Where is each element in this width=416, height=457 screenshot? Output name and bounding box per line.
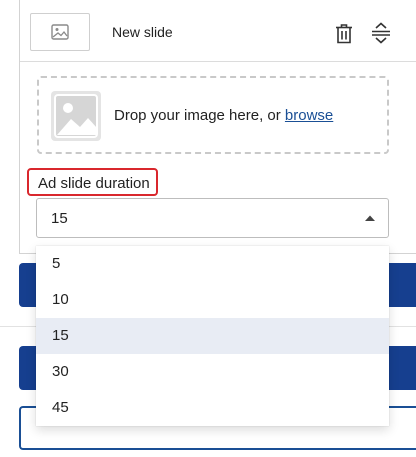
reorder-slide-button[interactable] [370, 21, 392, 45]
image-placeholder-icon [51, 91, 101, 141]
duration-option[interactable]: 45 [36, 390, 389, 426]
slide-card: New slide Drop your image here, or brows… [19, 0, 416, 254]
duration-selected-value: 15 [51, 210, 68, 227]
image-dropzone[interactable]: Drop your image here, or browse [37, 76, 389, 154]
dropzone-prompt-text: Drop your image here, or [114, 107, 285, 124]
caret-up-icon [365, 215, 375, 221]
slide-thumbnail[interactable] [30, 13, 90, 51]
duration-option-selected[interactable]: 15 [36, 318, 389, 354]
image-icon [51, 24, 69, 40]
browse-link[interactable]: browse [285, 107, 333, 124]
duration-option[interactable]: 10 [36, 282, 389, 318]
duration-option[interactable]: 5 [36, 246, 389, 282]
reorder-icon [372, 22, 390, 44]
delete-slide-button[interactable] [333, 21, 355, 45]
dropzone-prompt: Drop your image here, or browse [114, 107, 333, 124]
trash-icon [336, 23, 352, 43]
slide-name: New slide [112, 24, 173, 40]
duration-options-menu: 5 10 15 30 45 [36, 246, 389, 426]
slide-header: New slide [20, 0, 416, 62]
duration-select[interactable]: 15 [36, 198, 389, 238]
duration-option[interactable]: 30 [36, 354, 389, 390]
duration-label: Ad slide duration [27, 168, 158, 196]
slide-editor: New slide Drop your image here, or brows… [0, 0, 416, 457]
